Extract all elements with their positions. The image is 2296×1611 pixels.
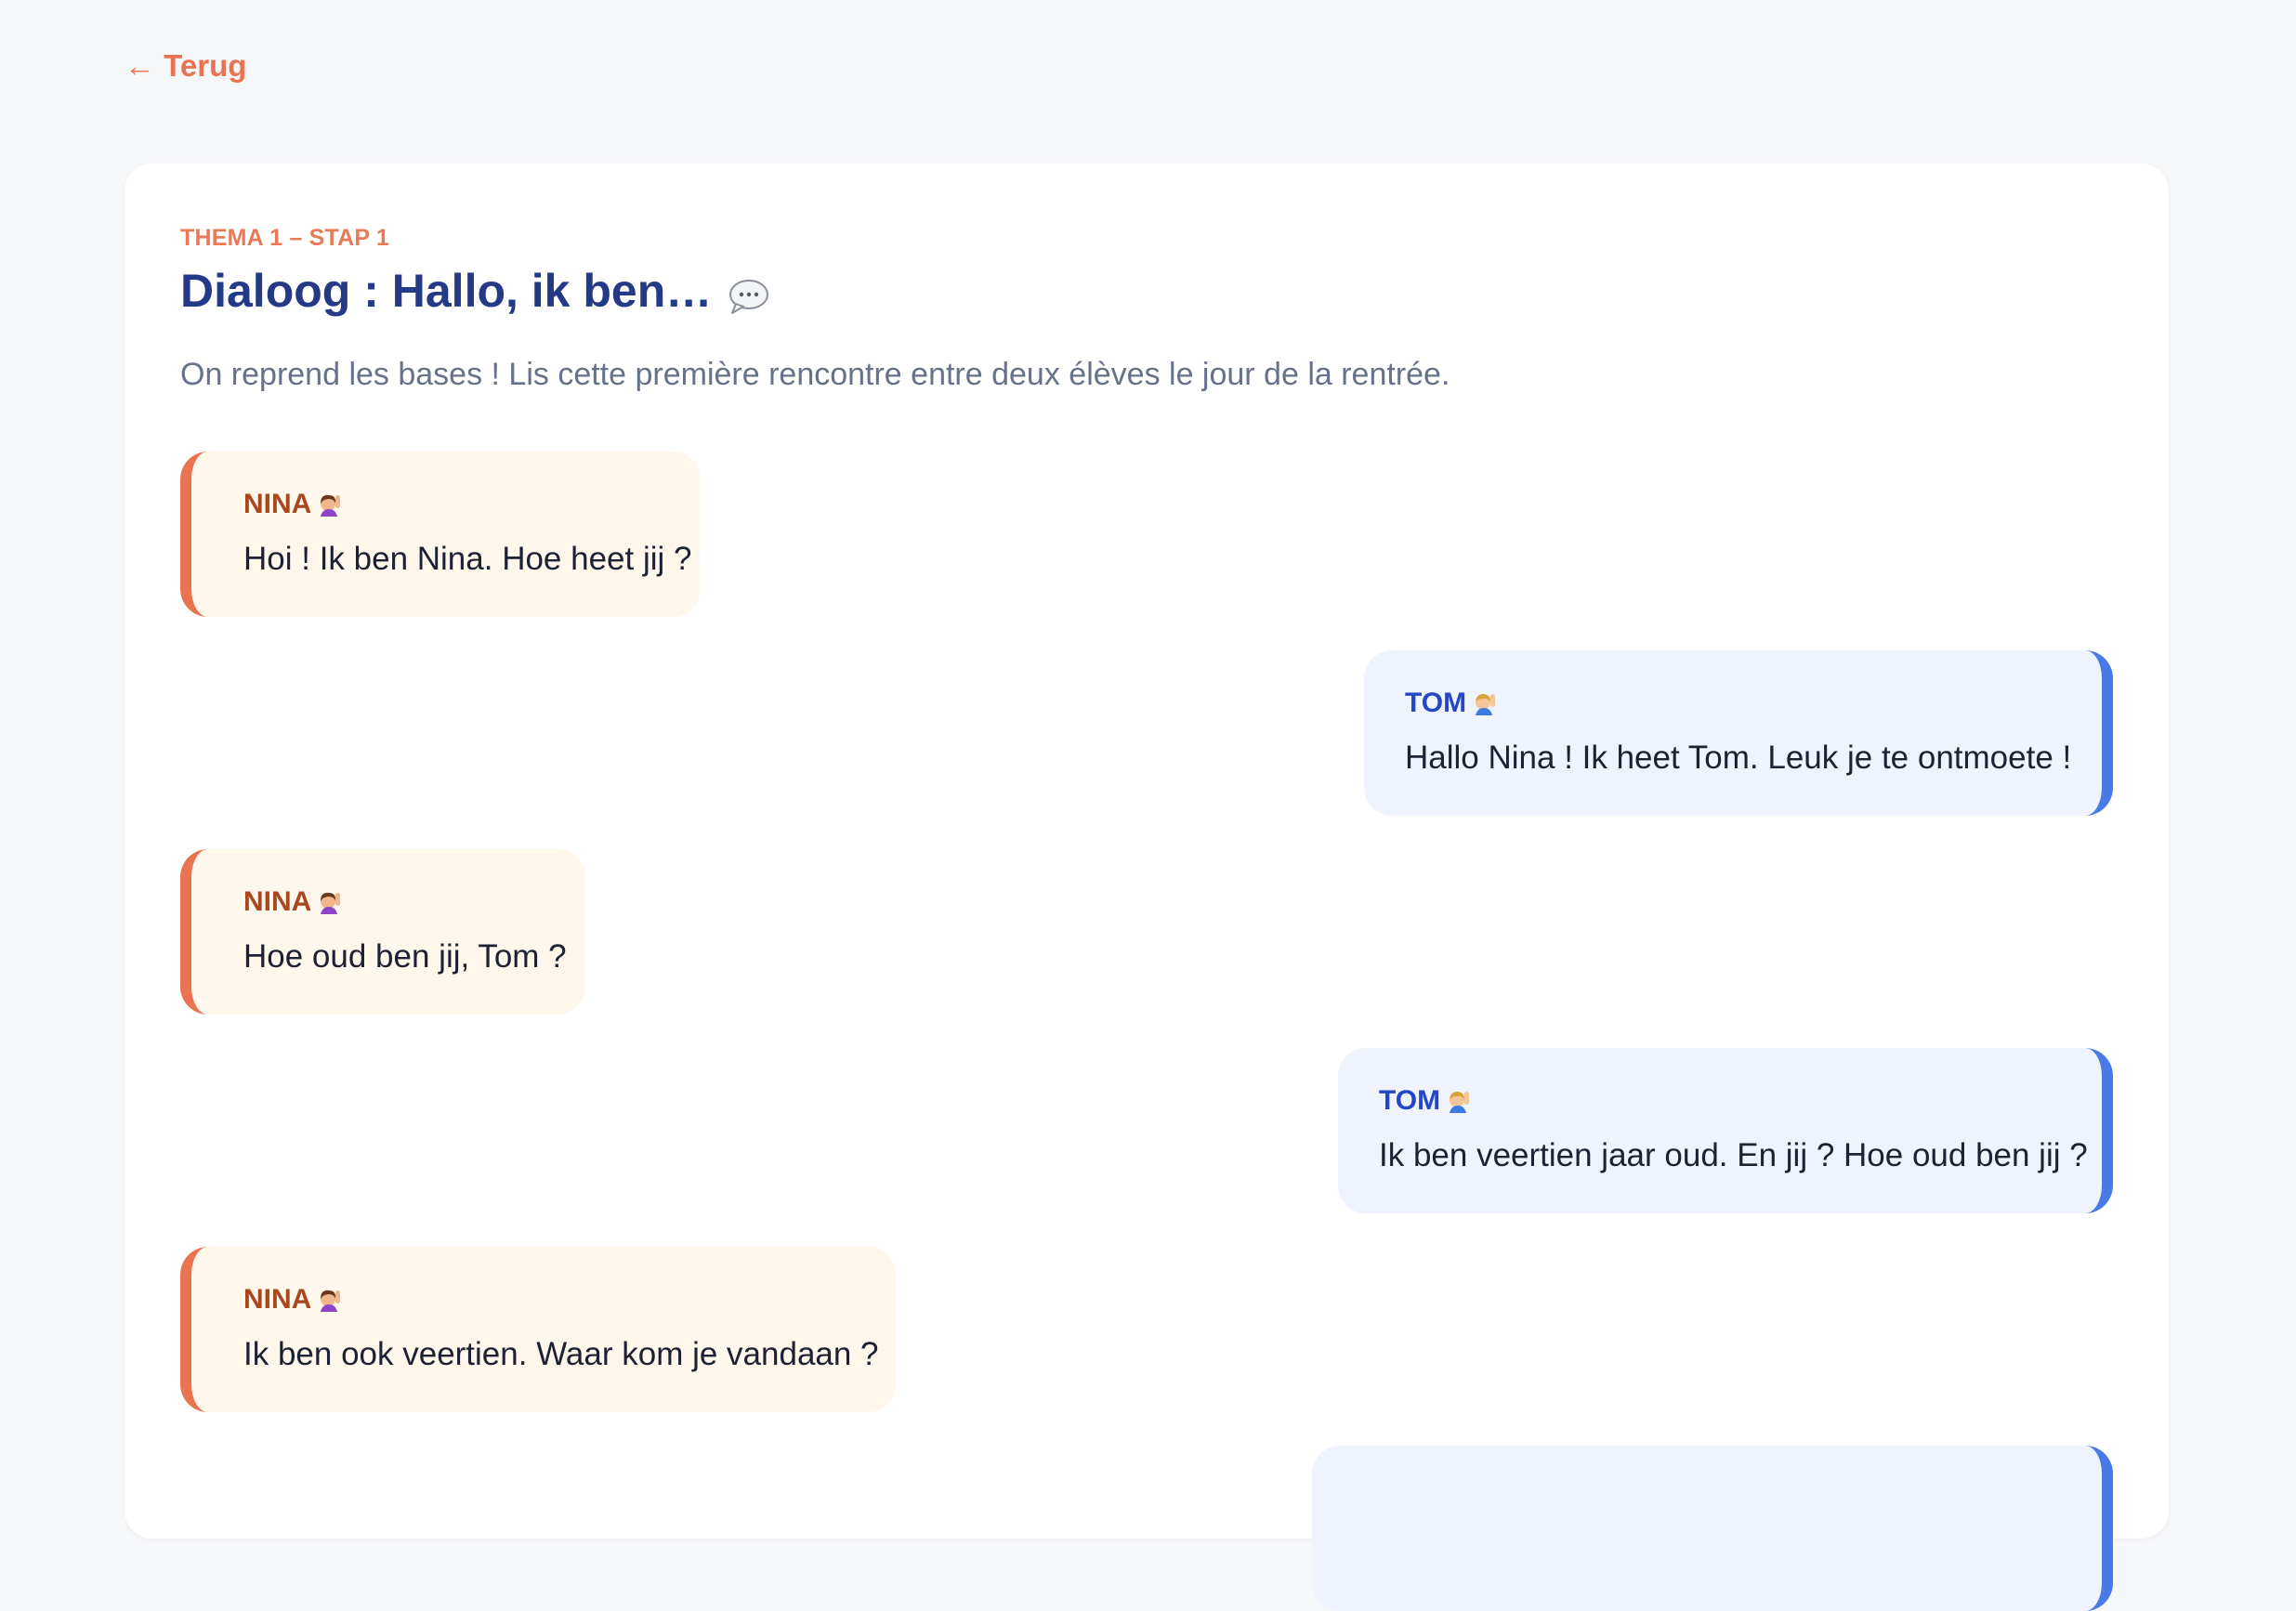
speaker-label: NINA bbox=[243, 886, 544, 918]
speaker-name: TOM bbox=[1379, 1085, 1441, 1116]
lesson-intro: On reprend les bases ! Lis cette premièr… bbox=[180, 357, 1450, 392]
dialogue-message-nina: NINA Hoe oud ben jij, Tom ? bbox=[180, 849, 585, 1015]
speaker-name: NINA bbox=[243, 1284, 312, 1315]
message-text: Hoi ! Ik ben Nina. Hoe heet jij ? bbox=[243, 541, 692, 577]
dialogue-message-tom: TOM Hallo Nina ! Ik heet Tom. Leuk je te… bbox=[1364, 650, 2113, 816]
speaker-label: TOM bbox=[1379, 1085, 2065, 1117]
message-text: Ik ben veertien jaar oud. En jij ? Hoe o… bbox=[1379, 1137, 2088, 1173]
dialogue-message-nina: NINA Ik ben ook veertien. Waar kom je va… bbox=[180, 1247, 896, 1412]
girl-raising-hand-icon bbox=[317, 889, 343, 915]
girl-raising-hand-icon bbox=[317, 1287, 343, 1313]
girl-raising-hand-icon bbox=[317, 491, 343, 517]
dialogue-message-tom: TOM Ik ben veertien jaar oud. En jij ? H… bbox=[1338, 1048, 2113, 1213]
dialogue-message-nina: NINA Hoi ! Ik ben Nina. Hoe heet jij ? bbox=[180, 452, 701, 617]
page-title-text: Dialoog : Hallo, ik ben… bbox=[180, 265, 713, 317]
back-link[interactable]: ← Terug bbox=[125, 48, 246, 84]
speaker-label: NINA bbox=[243, 489, 660, 520]
speaker-name: NINA bbox=[243, 886, 312, 917]
lesson-step-label: THEMA 1 – STAP 1 bbox=[180, 225, 390, 251]
speaker-name: NINA bbox=[243, 489, 312, 519]
dialogue-message-tom bbox=[1312, 1446, 2113, 1611]
page-title: Dialoog : Hallo, ik ben… bbox=[180, 264, 769, 318]
message-text: Ik ben ook veertien. Waar kom je vandaan… bbox=[243, 1336, 879, 1372]
speaker-label: TOM bbox=[1405, 688, 2065, 719]
boy-raising-hand-icon bbox=[1446, 1088, 1472, 1114]
message-text: Hoe oud ben jij, Tom ? bbox=[243, 938, 567, 975]
speaker-label: NINA bbox=[243, 1284, 855, 1316]
boy-raising-hand-icon bbox=[1472, 690, 1498, 716]
speech-bubble-icon bbox=[727, 272, 769, 314]
message-text: Hallo Nina ! Ik heet Tom. Leuk je te ont… bbox=[1405, 740, 2072, 776]
lesson-card: THEMA 1 – STAP 1 Dialoog : Hallo, ik ben… bbox=[125, 164, 2169, 1611]
speaker-name: TOM bbox=[1405, 688, 1467, 718]
